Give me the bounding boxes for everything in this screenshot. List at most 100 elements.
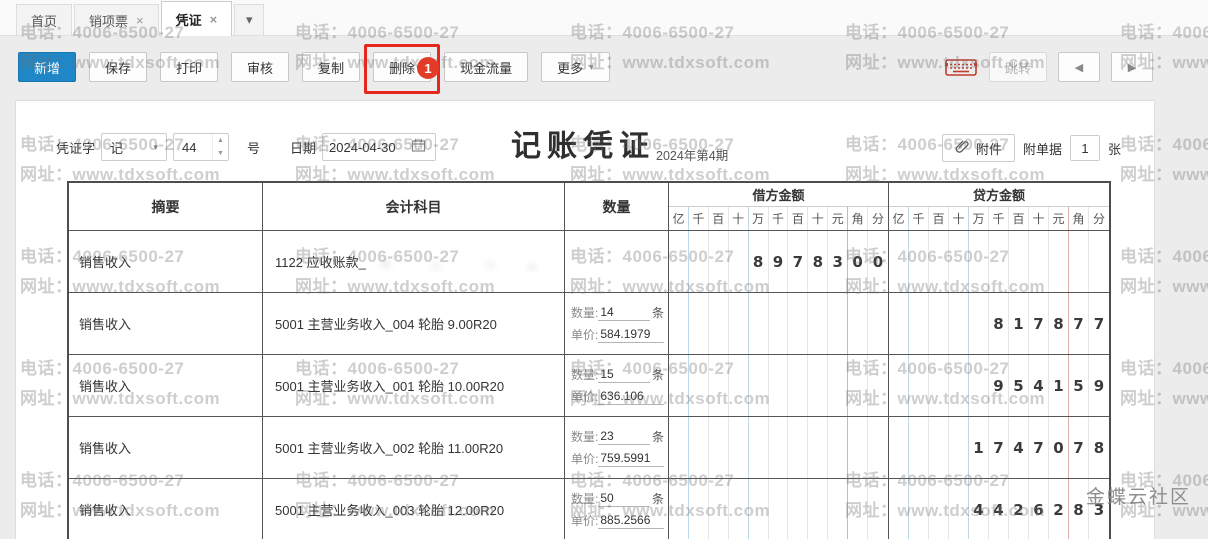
- account-cell[interactable]: 5001 主营业务收入_002 轮胎 11.00R20: [263, 417, 565, 478]
- account-text: 5001 主营业务收入_002 轮胎 11.00R20: [275, 438, 503, 457]
- debit-digit: [689, 231, 709, 292]
- account-cell[interactable]: 1122 应收账款_: [263, 231, 565, 292]
- debit-digit: [828, 417, 848, 478]
- debit-digit: 9: [769, 231, 789, 292]
- debit-digit: [828, 479, 848, 539]
- price-line-value[interactable]: 584.1979: [598, 326, 664, 343]
- close-icon[interactable]: ×: [210, 12, 218, 27]
- credit-digit-header: 分: [1089, 207, 1109, 230]
- credit-digit: [949, 355, 969, 416]
- calendar-icon[interactable]: [411, 138, 426, 156]
- debit-amount-cell[interactable]: 8978300: [669, 231, 889, 292]
- debit-digit-header: 百: [709, 207, 729, 230]
- summary-cell[interactable]: 销售收入: [69, 355, 263, 416]
- price-line-value[interactable]: 759.5991: [598, 450, 664, 467]
- account-cell[interactable]: 5001 主营业务收入_004 轮胎 9.00R20: [263, 293, 565, 354]
- tab-voucher[interactable]: 凭证 ×: [161, 1, 233, 36]
- debit-digit: [788, 293, 808, 354]
- qty-unit: 条: [652, 491, 664, 507]
- attach-docs-label: 附单据: [1023, 139, 1062, 158]
- qty-line-value[interactable]: 15: [598, 366, 650, 383]
- debit-amount-cell[interactable]: [669, 293, 889, 354]
- summary-text: 销售收入: [79, 314, 131, 333]
- qty-line-value[interactable]: 23: [598, 428, 650, 445]
- page-title: 记账凭证: [511, 121, 655, 165]
- quantity-cell[interactable]: 数量:14条单价:584.1979: [565, 293, 669, 354]
- credit-digit-header: 十: [1029, 207, 1049, 230]
- qty-line: 数量:14条: [571, 304, 664, 321]
- summary-cell[interactable]: 销售收入: [69, 293, 263, 354]
- qty-line-value[interactable]: 50: [598, 490, 650, 507]
- debit-digit: [868, 417, 888, 478]
- debit-amount-cell[interactable]: [669, 417, 889, 478]
- credit-digit: 7: [1029, 417, 1049, 478]
- cashflow-button[interactable]: 现金流量: [444, 52, 528, 82]
- prev-voucher-button[interactable]: ◀: [1058, 52, 1100, 82]
- new-button[interactable]: 新增: [18, 52, 76, 82]
- qty-unit: 条: [652, 429, 664, 445]
- close-icon[interactable]: ×: [136, 13, 144, 28]
- summary-text: 销售收入: [79, 438, 131, 457]
- jump-button[interactable]: 跳转: [989, 52, 1047, 82]
- annotation-step-badge: 1: [417, 57, 439, 79]
- quantity-cell[interactable]: 数量:50条单价:885.2566: [565, 479, 669, 539]
- save-button[interactable]: 保存: [89, 52, 147, 82]
- debit-amount-cell[interactable]: [669, 355, 889, 416]
- stepper-up-icon[interactable]: ▲: [213, 134, 228, 147]
- credit-digit: 6: [1029, 479, 1049, 539]
- next-voucher-button[interactable]: ▶: [1111, 52, 1153, 82]
- date-picker[interactable]: [322, 133, 436, 161]
- summary-cell[interactable]: 销售收入: [69, 479, 263, 539]
- qty-line-label: 数量:: [571, 491, 598, 507]
- tab-overflow-dropdown[interactable]: ▾: [234, 4, 264, 35]
- attachment-button[interactable]: 附件: [942, 134, 1015, 162]
- credit-digit: 1: [1049, 355, 1069, 416]
- credit-amount-cell[interactable]: 817877: [889, 293, 1109, 354]
- account-cell[interactable]: 5001 主营业务收入_001 轮胎 10.00R20: [263, 355, 565, 416]
- tab-home[interactable]: 首页: [16, 4, 72, 35]
- credit-amount-cell[interactable]: 4426283: [889, 479, 1109, 539]
- header-summary: 摘要: [69, 183, 263, 230]
- date-input[interactable]: [329, 140, 407, 155]
- debit-amount-cell[interactable]: [669, 479, 889, 539]
- summary-cell[interactable]: 销售收入: [69, 231, 263, 292]
- debit-digit: [689, 293, 709, 354]
- attach-docs-input[interactable]: [1070, 135, 1100, 161]
- copy-button[interactable]: 复制: [302, 52, 360, 82]
- debit-digit: [848, 417, 868, 478]
- voucher-word-select[interactable]: 记 ▾: [101, 133, 167, 161]
- keyboard-icon[interactable]: [944, 55, 978, 79]
- table-row: 销售收入 5001 主营业务收入_004 轮胎 9.00R20数量:14条单价:5…: [69, 293, 1109, 355]
- audit-button[interactable]: 审核: [231, 52, 289, 82]
- account-cell[interactable]: 5001 主营业务收入_003 轮胎 12.00R20: [263, 479, 565, 539]
- qty-line-value[interactable]: 14: [598, 304, 650, 321]
- credit-amount-cell[interactable]: 954159: [889, 355, 1109, 416]
- credit-digit-header: 角: [1069, 207, 1089, 230]
- summary-cell[interactable]: 销售收入: [69, 417, 263, 478]
- qty-line-label: 数量:: [571, 429, 598, 445]
- credit-digit: [969, 293, 989, 354]
- quantity-cell[interactable]: [565, 231, 669, 292]
- quantity-cell[interactable]: 数量:23条单价:759.5991: [565, 417, 669, 478]
- price-line-value[interactable]: 636.106: [598, 388, 664, 405]
- credit-amount-cell[interactable]: [889, 231, 1109, 292]
- tab-sales-invoice[interactable]: 销项票 ×: [74, 4, 159, 35]
- debit-digit: 8: [808, 231, 828, 292]
- price-line-label: 单价:: [571, 389, 598, 405]
- quantity-cell[interactable]: 数量:15条单价:636.106: [565, 355, 669, 416]
- debit-digit: [749, 355, 769, 416]
- print-button[interactable]: 打印: [160, 52, 218, 82]
- credit-digit: [889, 293, 909, 354]
- credit-digit: [969, 231, 989, 292]
- voucher-word-value: 记: [110, 138, 123, 157]
- debit-digit-header: 元: [828, 207, 848, 230]
- price-line-value[interactable]: 885.2566: [598, 512, 664, 529]
- stepper-down-icon[interactable]: ▼: [213, 147, 228, 160]
- more-button[interactable]: 更多 ▾: [541, 52, 610, 82]
- debit-digit: [769, 355, 789, 416]
- credit-amount-cell[interactable]: 1747078: [889, 417, 1109, 478]
- debit-digit: [868, 355, 888, 416]
- debit-digit: [729, 355, 749, 416]
- credit-digit: 4: [1029, 355, 1049, 416]
- debit-digit: [729, 231, 749, 292]
